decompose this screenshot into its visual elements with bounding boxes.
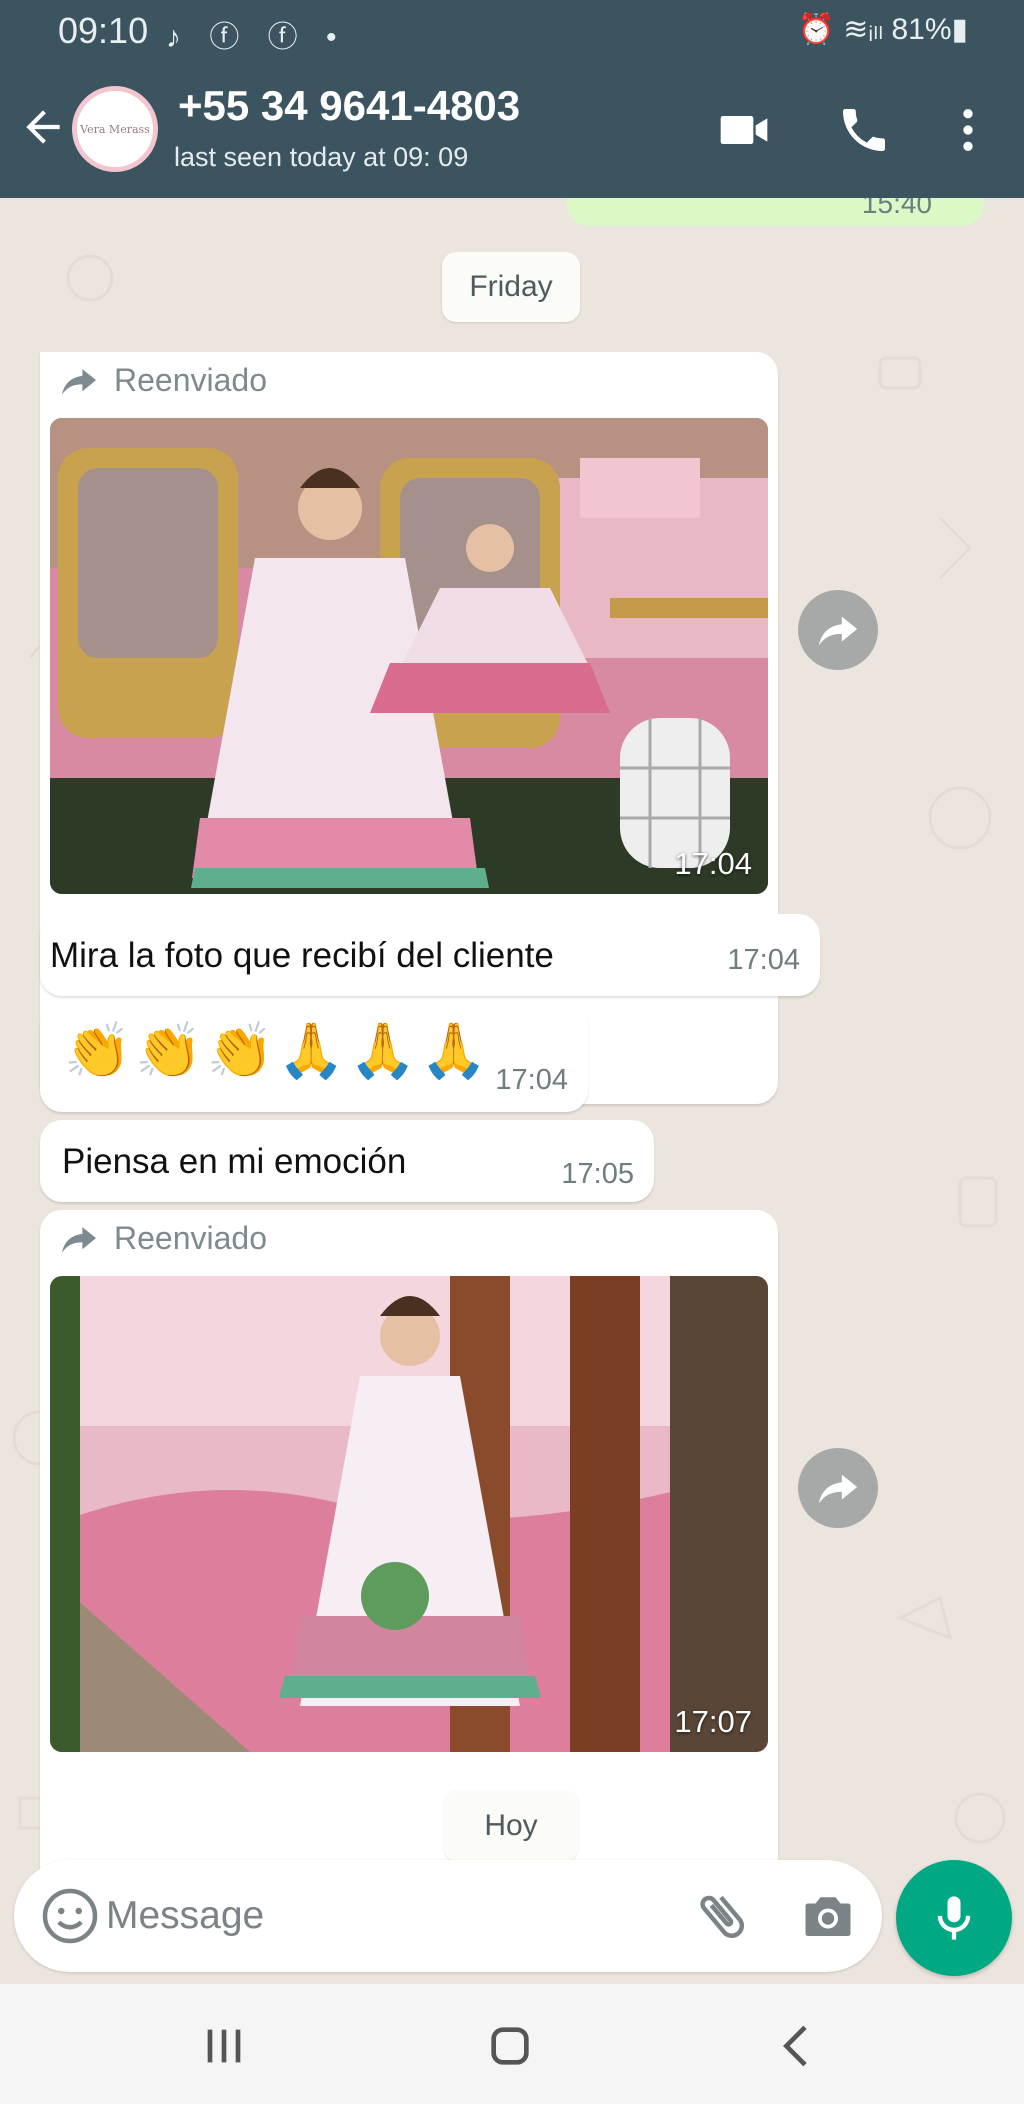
- chat-photo[interactable]: 17:07: [50, 1276, 768, 1752]
- avatar-label: Vera Merass: [80, 122, 150, 136]
- mic-icon: [937, 1896, 971, 1940]
- forwarded-image-message[interactable]: Reenviado 17:07: [40, 1210, 778, 1962]
- share-button[interactable]: [798, 1448, 878, 1528]
- recent-apps-icon[interactable]: [194, 2018, 254, 2074]
- camera-icon[interactable]: [798, 1886, 858, 1946]
- voice-message-button[interactable]: [896, 1860, 1012, 1976]
- back-arrow-icon[interactable]: [18, 102, 68, 152]
- message-time: 17:04: [727, 944, 800, 976]
- emoji-message[interactable]: 👏👏👏🙏🙏🙏 17:04: [40, 1004, 588, 1112]
- attach-icon[interactable]: [692, 1886, 752, 1946]
- message-time: 15:40: [861, 198, 932, 219]
- status-time: 09:10: [58, 10, 149, 51]
- avatar[interactable]: Vera Merass: [72, 86, 158, 172]
- phone-icon[interactable]: [834, 102, 894, 158]
- video-call-icon[interactable]: [714, 102, 774, 158]
- message-text: 👏👏👏🙏🙏🙏: [64, 1021, 492, 1081]
- chat-photo[interactable]: 17:04: [50, 418, 768, 894]
- forward-icon: [62, 1226, 96, 1253]
- chat-area[interactable]: 15:40 Friday Reenviado 17:04 Mira la fot…: [0, 198, 1024, 1984]
- message-text: Piensa en mi emoción: [62, 1142, 407, 1181]
- photo-flower-wall-girl: [50, 1276, 768, 1752]
- message-time: 17:04: [495, 1064, 568, 1096]
- message-time: 17:05: [561, 1158, 634, 1190]
- system-status-icons: ⏰ ≋ᵢₗₗ 81%▮: [797, 13, 968, 46]
- notification-icons: ♪ ⓕ ⓕ •: [166, 21, 347, 54]
- photo-time: 17:07: [674, 1704, 752, 1739]
- date-chip-today: Hoy: [444, 1790, 578, 1862]
- text-message[interactable]: Piensa en mi emoción 17:05: [40, 1120, 654, 1202]
- back-nav-icon[interactable]: [768, 2018, 828, 2074]
- share-arrow-icon: [818, 1474, 858, 1504]
- contact-name[interactable]: +55 34 9641-4803: [178, 82, 520, 130]
- top-bar: 09:10 ♪ ⓕ ⓕ • ⏰ ≋ᵢₗₗ 81%▮ Vera Merass +5…: [0, 0, 1024, 198]
- date-chip-friday: Friday: [442, 252, 580, 322]
- status-bar: 09:10 ♪ ⓕ ⓕ • ⏰ ≋ᵢₗₗ 81%▮: [0, 0, 1024, 64]
- forward-icon: [62, 368, 96, 395]
- home-icon[interactable]: [480, 2018, 540, 2074]
- more-vert-icon[interactable]: [940, 102, 996, 158]
- emoji-icon[interactable]: [40, 1886, 100, 1946]
- text-message[interactable]: Mira la foto que recibí del cliente 17:0…: [40, 914, 820, 996]
- last-seen-status: last seen today at 09: 09: [174, 142, 469, 172]
- photo-time: 17:04: [674, 846, 752, 881]
- share-arrow-icon: [818, 616, 858, 646]
- message-input[interactable]: [106, 1886, 666, 1946]
- message-composer: [14, 1860, 882, 1972]
- forwarded-text: Reenviado: [114, 362, 267, 398]
- photo-party-girls: [50, 418, 768, 894]
- system-nav-bar: [0, 1984, 1024, 2104]
- forwarded-label: Reenviado: [58, 1220, 267, 1257]
- forwarded-text: Reenviado: [114, 1220, 267, 1256]
- app-bar: Vera Merass +55 34 9641-4803 last seen t…: [0, 74, 1024, 194]
- forwarded-label: Reenviado: [58, 362, 267, 399]
- share-button[interactable]: [798, 590, 878, 670]
- previous-sent-message[interactable]: 15:40: [566, 198, 984, 226]
- message-text: Mira la foto que recibí del cliente: [50, 936, 554, 975]
